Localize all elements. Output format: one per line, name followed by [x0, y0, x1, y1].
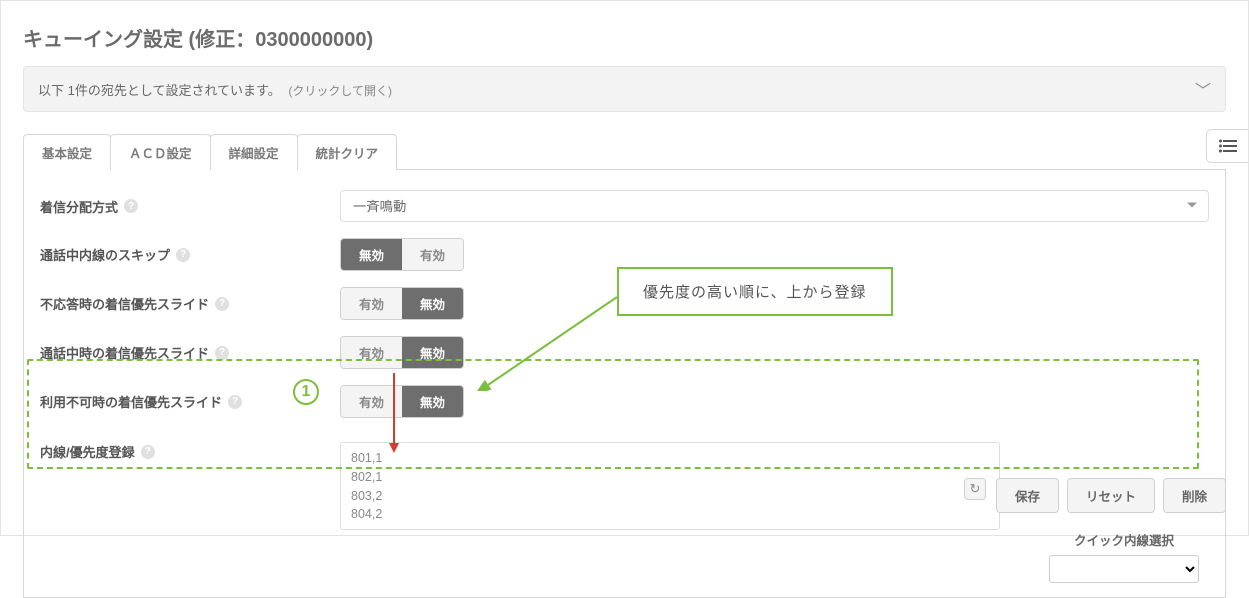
- toggle-skip-busy[interactable]: 無効 有効: [340, 238, 464, 271]
- tab-advanced[interactable]: 詳細設定: [210, 134, 298, 170]
- toggle-slide-busy[interactable]: 有効 無効: [340, 336, 464, 369]
- expander-hint: (クリックして開く): [288, 84, 392, 98]
- label-skip-busy: 通話中内線のスキップ: [40, 245, 170, 264]
- toggle-slide-unavail[interactable]: 有効 無効: [340, 385, 464, 418]
- distribution-select[interactable]: 一斉鳴動: [340, 190, 1209, 222]
- reload-icon[interactable]: ↻: [964, 478, 986, 500]
- tab-basic[interactable]: 基本設定: [23, 134, 111, 170]
- help-icon[interactable]: ?: [215, 346, 229, 360]
- help-icon[interactable]: ?: [228, 395, 242, 409]
- label-slide-unavail: 利用不可時の着信優先スライド: [40, 392, 222, 411]
- tab-stats-clear[interactable]: 統計クリア: [297, 134, 398, 170]
- page-title: キューイング設定 (修正：0300000000): [23, 23, 1226, 52]
- help-icon[interactable]: ?: [176, 248, 190, 262]
- label-slide-noanswer: 不応答時の着信優先スライド: [40, 294, 209, 313]
- label-slide-busy: 通話中時の着信優先スライド: [40, 343, 209, 362]
- save-button[interactable]: 保存: [996, 478, 1059, 513]
- toggle-slide-noanswer-left[interactable]: 有効: [341, 288, 402, 319]
- toggle-slide-noanswer[interactable]: 有効 無効: [340, 287, 464, 320]
- toggle-skip-busy-left[interactable]: 無効: [341, 239, 402, 270]
- toggle-skip-busy-right[interactable]: 有効: [402, 239, 463, 270]
- tab-acd[interactable]: ＡＣＤ設定: [110, 134, 211, 170]
- reset-button[interactable]: リセット: [1067, 478, 1155, 513]
- help-icon[interactable]: ?: [124, 199, 138, 213]
- destinations-expander[interactable]: 以下 1件の宛先として設定されています。 (クリックして開く) ﹀: [23, 66, 1226, 112]
- annotation-badge-1: 1: [293, 379, 319, 405]
- toggle-slide-unavail-left[interactable]: 有効: [341, 386, 402, 417]
- help-icon[interactable]: ?: [141, 445, 155, 459]
- label-quick-select: クイック内線選択: [1039, 530, 1209, 549]
- annotation-callout: 優先度の高い順に、上から登録: [617, 267, 893, 316]
- label-priority: 内線/優先度登録: [40, 442, 135, 461]
- label-distribution: 着信分配方式: [40, 197, 118, 216]
- toggle-slide-busy-right[interactable]: 無効: [402, 337, 463, 368]
- list-icon[interactable]: [1206, 129, 1248, 163]
- chevron-down-icon: ﹀: [1195, 77, 1211, 101]
- toggle-slide-busy-left[interactable]: 有効: [341, 337, 402, 368]
- quick-extension-select[interactable]: [1049, 555, 1199, 583]
- toggle-slide-unavail-right[interactable]: 無効: [402, 386, 463, 417]
- delete-button[interactable]: 削除: [1163, 478, 1226, 513]
- expander-text: 以下 1件の宛先として設定されています。: [38, 83, 281, 98]
- acd-panel: 着信分配方式 ? 一斉鳴動 通話中内線のスキップ ? 無効 有効: [23, 169, 1226, 598]
- priority-textarea[interactable]: [340, 442, 1000, 530]
- toggle-slide-noanswer-right[interactable]: 無効: [402, 288, 463, 319]
- tablist: 基本設定 ＡＣＤ設定 詳細設定 統計クリア: [23, 134, 1226, 170]
- help-icon[interactable]: ?: [215, 297, 229, 311]
